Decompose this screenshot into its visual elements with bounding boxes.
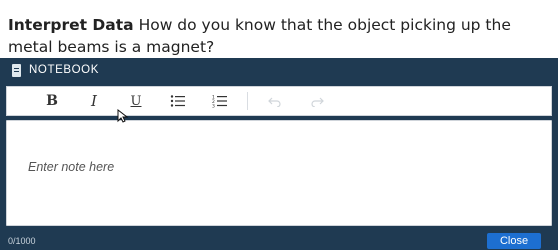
formatting-toolbar: B I U 1 2 3 xyxy=(6,86,552,116)
redo-button[interactable] xyxy=(296,90,338,112)
notebook-icon xyxy=(12,63,21,77)
undo-button[interactable] xyxy=(254,90,296,112)
svg-text:3: 3 xyxy=(212,104,215,109)
note-placeholder: Enter note here xyxy=(28,160,115,174)
character-counter: 0/1000 xyxy=(8,236,36,246)
question-prompt: Interpret Data How do you know that the … xyxy=(8,14,553,58)
close-button[interactable]: Close xyxy=(487,233,541,249)
undo-icon xyxy=(268,97,281,107)
notebook-title: NOTEBOOK xyxy=(29,64,99,76)
numbered-list-button[interactable]: 1 2 3 xyxy=(199,90,241,112)
numbered-list-icon: 1 2 3 xyxy=(212,95,227,109)
italic-button[interactable]: I xyxy=(73,90,115,112)
redo-icon xyxy=(311,97,324,107)
notebook-header: NOTEBOOK xyxy=(0,58,558,82)
notebook-footer: 0/1000 Close xyxy=(0,232,558,250)
notebook-editor-panel: B I U 1 2 3 Enter note here xyxy=(0,82,558,232)
question-lead: Interpret Data xyxy=(8,16,134,34)
bulleted-list-icon xyxy=(170,95,185,107)
bold-button[interactable]: B xyxy=(31,90,73,112)
bulleted-list-button[interactable] xyxy=(157,90,199,112)
note-textarea[interactable]: Enter note here xyxy=(6,120,552,226)
toolbar-divider xyxy=(247,92,248,110)
underline-button[interactable]: U xyxy=(115,90,157,112)
